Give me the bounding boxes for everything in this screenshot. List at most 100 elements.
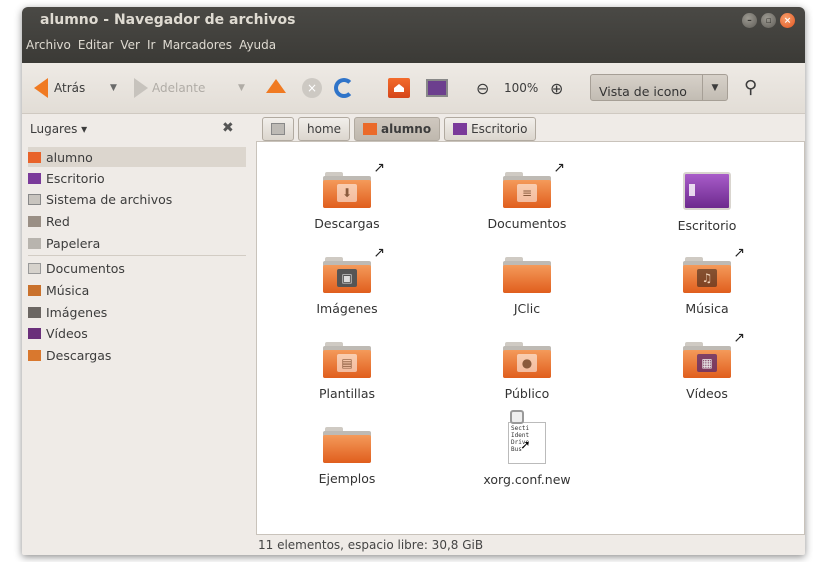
search-button[interactable]: ⚲ xyxy=(744,77,757,98)
documents-icon xyxy=(28,262,41,274)
back-arrow-icon xyxy=(34,78,48,98)
file-item-imagenes[interactable]: ▣ ↗ Imágenes xyxy=(272,245,422,316)
zoom-in-icon: ⊕ xyxy=(550,78,564,98)
places-dropdown[interactable]: Lugares ▾ xyxy=(30,122,87,136)
sidebar-separator xyxy=(28,255,246,256)
file-item-xorg-conf[interactable]: Secti Ident Drive Bus ➚ xorg.conf.new xyxy=(452,410,602,487)
zoom-level: 100% xyxy=(504,81,539,95)
file-item-plantillas[interactable]: ▤ Plantillas xyxy=(272,342,422,401)
sidebar-item-escritorio[interactable]: Escritorio xyxy=(28,168,246,188)
reload-button[interactable] xyxy=(334,76,354,100)
breadcrumb-home[interactable]: home xyxy=(298,117,351,141)
back-history-dropdown[interactable]: ▼ xyxy=(110,76,117,100)
menu-archivo[interactable]: Archivo xyxy=(26,38,71,52)
sidebar-item-musica[interactable]: Música xyxy=(28,280,246,300)
up-arrow-icon xyxy=(266,79,286,93)
folder-icon: ● xyxy=(503,342,551,378)
close-button[interactable]: × xyxy=(780,13,795,28)
maximize-button[interactable]: ▫ xyxy=(761,13,776,28)
symlink-arrow-icon: ↗ xyxy=(373,160,385,176)
zoom-out-button[interactable]: ⊖ xyxy=(476,76,489,100)
person-icon: ● xyxy=(517,354,537,372)
toolbar: Atrás ▼ Adelante ▼ × ⊖ 100% ⊕ Vista de i… xyxy=(22,63,805,114)
folder-icon: ▤ xyxy=(323,342,371,378)
lock-icon xyxy=(510,410,524,424)
sidebar-item-documentos[interactable]: Documentos xyxy=(28,258,246,278)
forward-arrow-icon xyxy=(134,78,148,98)
stop-button[interactable]: × xyxy=(302,76,322,100)
videos-icon xyxy=(28,327,41,339)
folder-icon: ⬇ ↗ xyxy=(323,160,385,208)
downloads-icon xyxy=(28,349,41,361)
symlink-arrow-icon: ↗ xyxy=(553,160,565,176)
window-controls: – ▫ × xyxy=(742,13,795,28)
search-icon: ⚲ xyxy=(744,77,758,98)
computer-icon xyxy=(426,79,448,97)
file-item-ejemplos[interactable]: Ejemplos xyxy=(272,427,422,486)
film-icon: ▦ xyxy=(697,354,717,372)
menu-editar[interactable]: Editar xyxy=(78,38,114,52)
breadcrumb: home alumno Escritorio xyxy=(262,117,537,141)
places-sidebar: alumno Escritorio Sistema de archivos Re… xyxy=(22,147,251,547)
sidebar-item-descargas[interactable]: Descargas xyxy=(28,345,246,365)
desktop-icon xyxy=(28,172,41,184)
chevron-down-icon: ▼ xyxy=(110,83,117,93)
breadcrumb-root[interactable] xyxy=(262,117,294,141)
home-button[interactable] xyxy=(388,76,410,100)
view-mode-select[interactable]: Vista de icono ▼ xyxy=(590,74,728,101)
desktop-icon xyxy=(453,123,468,135)
file-manager-window: alumno - Navegador de archivos – ▫ × Arc… xyxy=(22,7,805,555)
sidebar-item-videos[interactable]: Vídeos xyxy=(28,323,246,343)
chevron-down-icon: ▼ xyxy=(238,83,245,93)
menubar: Archivo Editar Ver Ir Marcadores Ayuda xyxy=(26,38,276,52)
sidebar-item-red[interactable]: Red xyxy=(28,211,246,231)
forward-button[interactable]: Adelante xyxy=(134,76,205,100)
up-button[interactable] xyxy=(266,76,286,100)
titlebar: alumno - Navegador de archivos – ▫ × Arc… xyxy=(22,7,805,63)
symlink-arrow-icon: ↗ xyxy=(733,330,745,346)
trash-icon xyxy=(28,237,41,249)
computer-button[interactable] xyxy=(426,76,448,100)
folder-icon: ♫ ↗ xyxy=(683,245,745,293)
menu-ir[interactable]: Ir xyxy=(147,38,155,52)
home-folder-icon xyxy=(28,151,41,163)
sidebar-item-papelera[interactable]: Papelera xyxy=(28,233,246,253)
home-icon xyxy=(388,78,410,98)
home-folder-icon xyxy=(363,123,378,135)
file-item-descargas[interactable]: ⬇ ↗ Descargas xyxy=(272,160,422,231)
file-item-publico[interactable]: ● Público xyxy=(452,342,602,401)
sidebar-item-alumno[interactable]: alumno xyxy=(28,147,246,167)
sidebar-item-filesystem[interactable]: Sistema de archivos xyxy=(28,189,246,209)
drive-icon xyxy=(271,123,285,135)
symlink-arrow-icon: ↗ xyxy=(373,245,385,261)
back-button[interactable]: Atrás xyxy=(34,76,85,100)
folder-icon xyxy=(323,427,371,463)
zoom-in-button[interactable]: ⊕ xyxy=(550,76,563,100)
forward-history-dropdown[interactable]: ▼ xyxy=(238,76,245,100)
menu-ver[interactable]: Ver xyxy=(120,38,140,52)
file-item-jclic[interactable]: JClic xyxy=(452,257,602,316)
template-icon: ▤ xyxy=(337,354,357,372)
sidebar-item-imagenes[interactable]: Imágenes xyxy=(28,302,246,322)
menu-ayuda[interactable]: Ayuda xyxy=(239,38,276,52)
pictures-icon xyxy=(28,306,41,318)
breadcrumb-escritorio[interactable]: Escritorio xyxy=(444,117,537,141)
menu-marcadores[interactable]: Marcadores xyxy=(162,38,232,52)
music-icon xyxy=(28,284,41,296)
reload-icon xyxy=(334,78,354,98)
breadcrumb-alumno[interactable]: alumno xyxy=(354,117,441,141)
minimize-button[interactable]: – xyxy=(742,13,757,28)
file-item-documentos[interactable]: ≡ ↗ Documentos xyxy=(452,160,602,231)
file-item-videos[interactable]: ▦ ↗ Vídeos xyxy=(632,330,782,401)
music-note-icon: ♫ xyxy=(697,269,717,287)
file-item-musica[interactable]: ♫ ↗ Música xyxy=(632,245,782,316)
file-view: ⬇ ↗ Descargas ≡ ↗ Documentos Escritorio … xyxy=(256,141,805,535)
pictures-icon: ▣ xyxy=(337,269,357,287)
folder-icon xyxy=(503,257,551,293)
zoom-out-icon: ⊖ xyxy=(476,78,490,98)
close-sidebar-button[interactable]: ✖ xyxy=(222,120,234,136)
download-arrow-icon: ⬇ xyxy=(337,184,357,202)
chevron-down-icon: ▼ xyxy=(702,75,727,100)
file-item-escritorio[interactable]: Escritorio xyxy=(632,172,782,233)
status-bar: 11 elementos, espacio libre: 30,8 GiB xyxy=(258,538,484,552)
